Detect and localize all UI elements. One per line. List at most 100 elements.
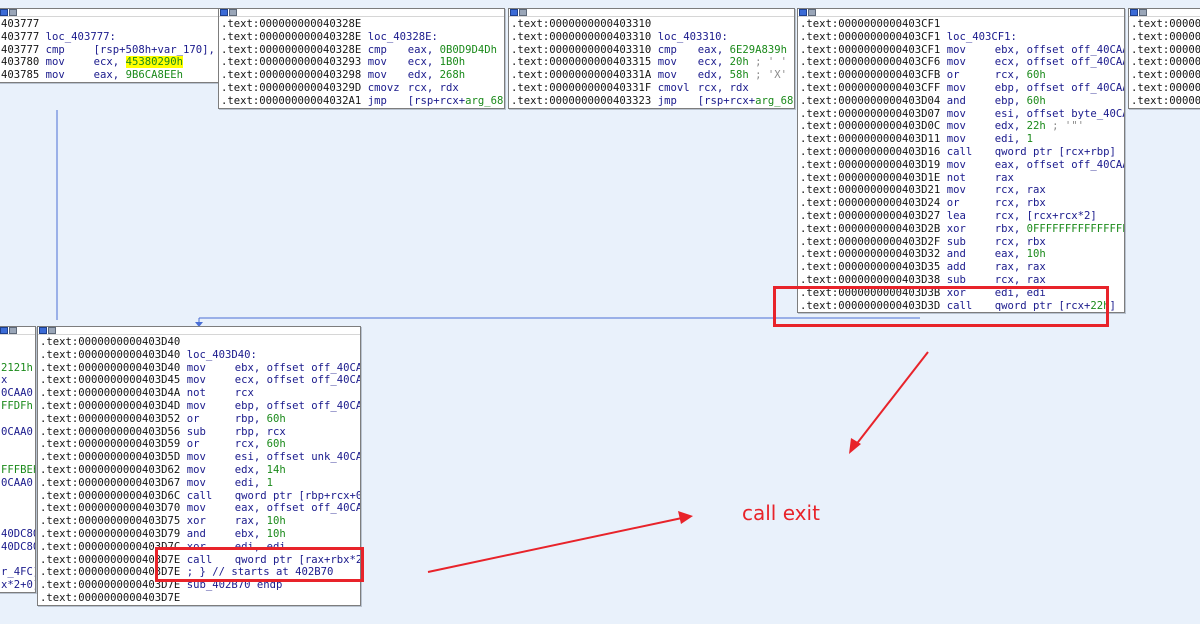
block-header[interactable]	[0, 327, 35, 335]
code-block[interactable]: .text:0000000000403CF1 .text:00000000004…	[797, 8, 1125, 314]
block-color-icon[interactable]	[220, 9, 228, 16]
block-graph-icon[interactable]	[9, 9, 17, 16]
block-graph-icon[interactable]	[1139, 9, 1147, 16]
code-line[interactable]: .text:0000000000403CF6 mov ecx, offset of…	[800, 56, 1124, 69]
code-line[interactable]: .text:0000000000403D04 and ebp, 60h	[800, 95, 1122, 108]
code-line[interactable]: .text:0000000000403D75 xor rax, 10h	[40, 515, 358, 528]
code-line[interactable]: 403780 mov ecx, 45380290h	[1, 56, 217, 69]
code-line[interactable]: .text:0000000000403D2F sub rcx, rbx	[800, 236, 1122, 249]
code-line[interactable]	[1, 515, 33, 528]
block-color-icon[interactable]	[39, 327, 47, 334]
code-line[interactable]: .text:0000000000403D5D mov esi, offset un…	[40, 451, 360, 464]
block-header[interactable]	[1129, 9, 1200, 17]
code-line[interactable]: 403777 loc_403777:	[1, 31, 217, 44]
code-line[interactable]: .text:0000000000403CF1 loc_403CF1:	[800, 31, 1122, 44]
code-line[interactable]: .text:0000000000403CF1 mov ebx, offset of…	[800, 44, 1124, 57]
code-line[interactable]	[1, 336, 33, 349]
code-line[interactable]: .text:0000000000403D6C call qword ptr [rb…	[40, 490, 360, 503]
code-line[interactable]: .text:0000000000403D45 mov ecx, offset of…	[40, 374, 360, 387]
code-line[interactable]: x	[1, 374, 33, 387]
block-header[interactable]	[219, 9, 504, 17]
code-line[interactable]: FFDFh	[1, 400, 33, 413]
code-line[interactable]: .text:0000000000403D56 sub rbp, rcx	[40, 426, 358, 439]
code-line[interactable]: .text:0000000000403298 mov edx, 268h	[221, 69, 502, 82]
code-line[interactable]: .text:0000000000403D0C mov edx, 22h ; '"'	[800, 120, 1122, 133]
code-line[interactable]: .text:0000000000403D24 or rcx, rbx	[800, 197, 1122, 210]
code-line[interactable]: .text:0000000000403310 cmp eax, 6E29A839h	[511, 44, 792, 57]
code-line[interactable]: .text:0000000000403D40	[40, 336, 358, 349]
code-line[interactable]: .text:0000000000403D59 or rcx, 60h	[40, 438, 358, 451]
code-line[interactable]: .text:000000	[1131, 95, 1200, 108]
code-line[interactable]	[1, 502, 33, 515]
code-line[interactable]: .text:0000000000403D67 mov edi, 1	[40, 477, 358, 490]
block-graph-icon[interactable]	[48, 327, 56, 334]
code-line[interactable]: .text:00000000004032A1 jmp [rsp+rcx+arg_6…	[221, 95, 504, 108]
code-line[interactable]: .text:0000000000403D2B xor rbx, 0FFFFFFFF…	[800, 223, 1124, 236]
code-line[interactable]: .text:0000000000403D38 sub rcx, rax	[800, 274, 1122, 287]
code-line[interactable]: .text:000000000040331A mov edx, 58h ; 'X'	[511, 69, 792, 82]
code-line[interactable]: .text:0000000000403D32 and eax, 10h	[800, 248, 1122, 261]
code-line[interactable]: .text:0000000000403CF1	[800, 18, 1122, 31]
block-color-icon[interactable]	[1130, 9, 1138, 16]
code-line[interactable]	[1, 438, 33, 451]
code-line[interactable]: 403785 mov eax, 9B6CA8EEh	[1, 69, 217, 82]
block-color-icon[interactable]	[0, 327, 8, 334]
block-graph-icon[interactable]	[519, 9, 527, 16]
code-line[interactable]: .text:0000000000403315 mov ecx, 20h ; ' '	[511, 56, 792, 69]
code-line[interactable]: .text:0000000000403D40 mov ebx, offset of…	[40, 362, 360, 375]
code-line[interactable]: .text:0000000000403D62 mov edx, 14h	[40, 464, 358, 477]
code-block[interactable]: 2121h x 0CAA0 FFDFh 0CAA0 FFFBEh 0CAA0 40DC80 40…	[0, 326, 36, 593]
block-graph-icon[interactable]	[229, 9, 237, 16]
code-line[interactable]: 0CAA0	[1, 426, 33, 439]
code-line[interactable]: .text:0000000000403D52 or rbp, 60h	[40, 413, 358, 426]
code-line[interactable]: 403777 cmp [rsp+508h+var_170], 1	[1, 44, 217, 57]
code-line[interactable]: 0CAA0	[1, 477, 33, 490]
code-line[interactable]: .text:000000	[1131, 44, 1200, 57]
code-line[interactable]: .text:000000000040328E loc_40328E:	[221, 31, 502, 44]
code-block[interactable]: .text:0000000000403310 .text:00000000004…	[508, 8, 795, 109]
code-line[interactable]: .text:0000000000403D4A not rcx	[40, 387, 358, 400]
block-graph-icon[interactable]	[808, 9, 816, 16]
code-line[interactable]: 40DC80	[1, 528, 35, 541]
code-line[interactable]	[1, 349, 33, 362]
block-header[interactable]	[38, 327, 360, 335]
code-line[interactable]: .text:0000000000403D27 lea rcx, [rcx+rcx*…	[800, 210, 1122, 223]
block-color-icon[interactable]	[510, 9, 518, 16]
code-line[interactable]: .text:0000000000403310	[511, 18, 792, 31]
code-line[interactable]: x*2+0]	[1, 579, 35, 592]
code-line[interactable]: .text:000000000040331F cmovl rcx, rdx	[511, 82, 792, 95]
code-line[interactable]: .text:0000000000403D11 mov edi, 1	[800, 133, 1122, 146]
block-header[interactable]	[509, 9, 794, 17]
code-line[interactable]: .text:0000000000403D79 and ebx, 10h	[40, 528, 358, 541]
code-line[interactable]	[1, 451, 33, 464]
code-line[interactable]: .text:0000000000403D21 mov rcx, rax	[800, 184, 1122, 197]
code-line[interactable]: .text:0000000000403D07 mov esi, offset by…	[800, 108, 1124, 121]
block-color-icon[interactable]	[799, 9, 807, 16]
code-block[interactable]: 403777 403777 loc_403777: 403777 cmp [rsp+…	[0, 8, 220, 83]
code-line[interactable]: 403777	[1, 18, 217, 31]
code-line[interactable]: 40DC80	[1, 541, 35, 554]
code-line[interactable]: .text:0000000000403293 mov ecx, 1B0h	[221, 56, 502, 69]
block-header[interactable]	[798, 9, 1124, 17]
code-block[interactable]: .text:000000 .text:000000 .text:000000 .tex…	[1128, 8, 1200, 109]
block-color-icon[interactable]	[0, 9, 8, 16]
code-line[interactable]: .text:0000000000403D16 call qword ptr [rc…	[800, 146, 1122, 159]
code-line[interactable]: .text:0000000000403D40 loc_403D40:	[40, 349, 358, 362]
code-line[interactable]	[1, 554, 33, 567]
code-line[interactable]: .text:000000000040328E cmp eax, 0B0D9D4Dh	[221, 44, 502, 57]
code-line[interactable]	[1, 413, 33, 426]
code-line[interactable]: .text:0000000000403D19 mov eax, offset of…	[800, 159, 1124, 172]
code-line[interactable]: .text:0000000000403D1E not rax	[800, 172, 1122, 185]
code-line[interactable]: .text:000000	[1131, 56, 1200, 69]
code-line[interactable]	[1, 490, 33, 503]
code-line[interactable]: .text:0000000000403D4D mov ebp, offset of…	[40, 400, 360, 413]
code-line[interactable]: .text:0000000000403323 jmp [rsp+rcx+arg_6…	[511, 95, 794, 108]
code-line[interactable]: .text:0000000000403310 loc_403310:	[511, 31, 792, 44]
code-line[interactable]: .text:0000000000403CFF mov ebp, offset of…	[800, 82, 1124, 95]
code-line[interactable]: .text:0000000000403CFB or rcx, 60h	[800, 69, 1122, 82]
code-line[interactable]: 2121h	[1, 362, 33, 375]
code-line[interactable]: .text:000000	[1131, 31, 1200, 44]
code-block[interactable]: .text:000000000040328E .text:00000000004…	[218, 8, 505, 109]
block-graph-icon[interactable]	[9, 327, 17, 334]
code-line[interactable]: .text:000000	[1131, 69, 1200, 82]
